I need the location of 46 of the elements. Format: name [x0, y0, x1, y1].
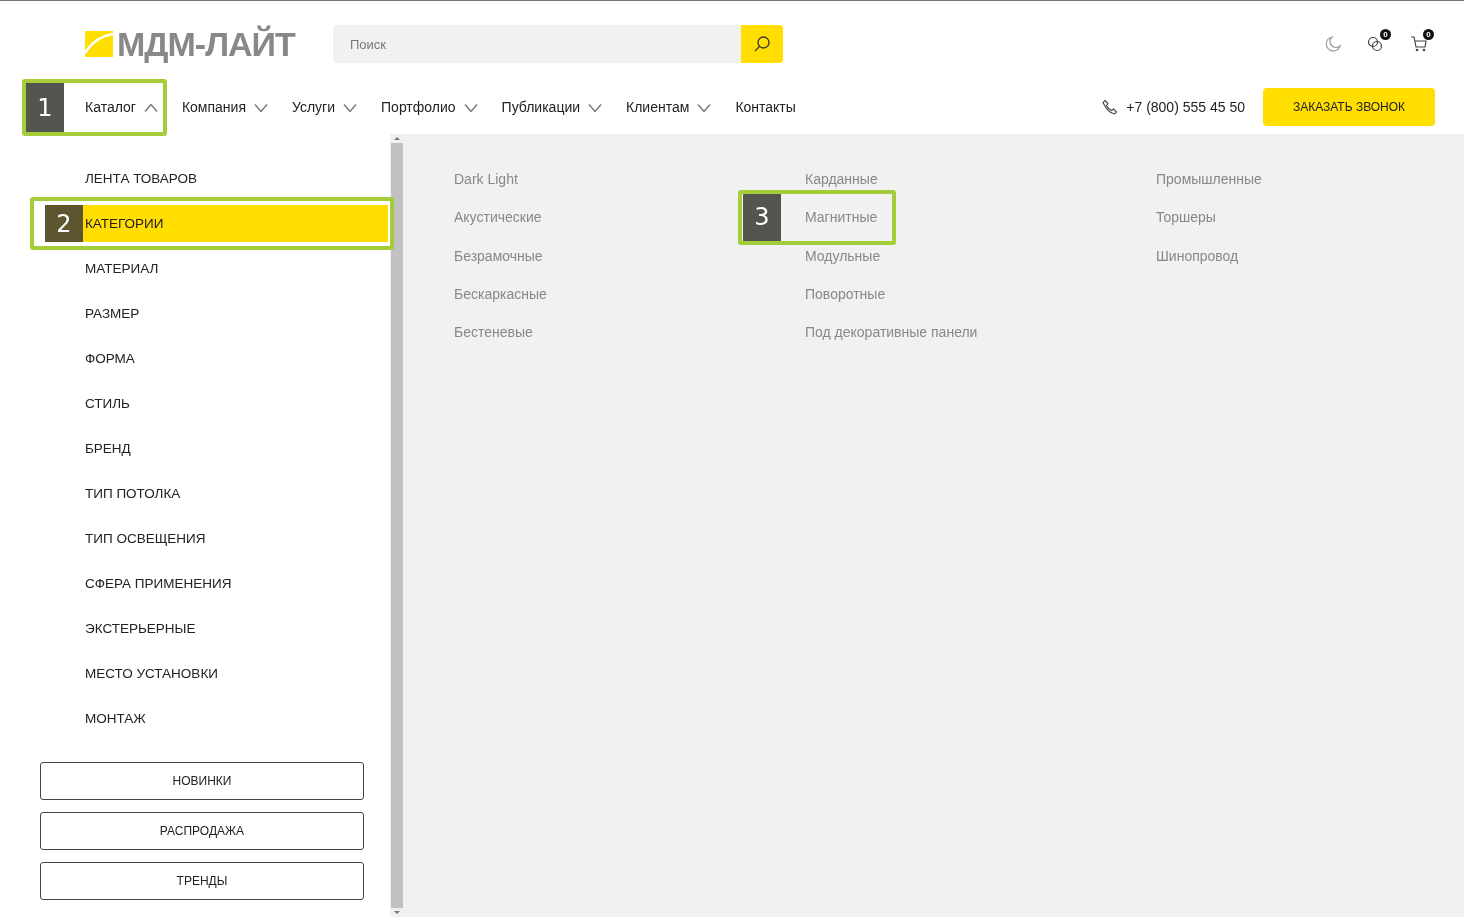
callout-number: 1 — [26, 83, 64, 132]
chevron-down-icon — [588, 103, 603, 112]
nav-link[interactable]: Контакты — [735, 87, 796, 127]
search-button[interactable] — [741, 25, 783, 63]
sidebar-item[interactable]: МОНТАЖ — [83, 700, 388, 737]
count-badge: 0 — [1423, 29, 1434, 40]
scrollbar[interactable] — [390, 134, 404, 917]
sidebar-item[interactable]: МАТЕРИАЛ — [83, 250, 388, 287]
cart-icon[interactable] — [1410, 35, 1428, 53]
sidebar-item[interactable]: МЕСТО УСТАНОВКИ — [83, 655, 388, 692]
filter-button[interactable]: ТРЕНДЫ — [40, 862, 364, 900]
sidebar-item[interactable]: ТИП ОСВЕЩЕНИЯ — [83, 520, 388, 557]
phone-number[interactable]: +7 (800) 555 45 50 — [1126, 99, 1245, 115]
call-request-button[interactable]: ЗАКАЗАТЬ ЗВОНОК — [1263, 88, 1435, 126]
sidebar-item[interactable]: СФЕРА ПРИМЕНЕНИЯ — [83, 565, 388, 602]
sidebar-item[interactable]: БРЕНД — [83, 430, 388, 467]
circles-icon[interactable] — [1367, 35, 1385, 53]
sidebar-item[interactable]: ЛЕНТА ТОВАРОВ — [83, 160, 388, 197]
chevron-down-icon — [343, 103, 358, 112]
phone-icon[interactable] — [1102, 99, 1119, 115]
nav-dropdown[interactable]: Клиентам — [626, 87, 712, 127]
sidebar-item[interactable]: СТИЛЬ — [83, 385, 388, 422]
logo-mark-icon — [85, 31, 113, 57]
nav-dropdown[interactable]: Компания — [181, 87, 268, 127]
logo-text: МДМ-ЛАЙТ — [117, 24, 295, 64]
nav-dropdown[interactable]: Портфолио — [381, 87, 478, 127]
nav-dropdown[interactable]: Публикации — [501, 87, 603, 127]
moon-icon[interactable] — [1324, 35, 1342, 53]
logo[interactable]: МДМ-ЛАЙТ — [85, 24, 333, 64]
count-badge: 0 — [1380, 29, 1391, 40]
nav-dropdown[interactable]: Каталог — [85, 87, 158, 127]
nav-dropdown[interactable]: Услуги — [292, 87, 358, 127]
chevron-up-icon — [143, 103, 158, 112]
sidebar-item[interactable]: ЭКСТЕРЬЕРНЫЕ — [83, 610, 388, 647]
chevron-down-icon — [463, 103, 478, 112]
search-icon — [753, 35, 771, 53]
sidebar-item[interactable]: КАТЕГОРИИ — [83, 205, 388, 242]
sidebar-item[interactable]: ТИП ПОТОЛКА — [83, 475, 388, 512]
filter-button[interactable]: НОВИНКИ — [40, 762, 364, 800]
chevron-down-icon — [254, 103, 268, 112]
chevron-down-icon — [697, 103, 712, 112]
sidebar-item[interactable]: ФОРМА — [83, 340, 388, 377]
filter-button[interactable]: РАСПРОДАЖА — [40, 812, 364, 850]
callout-number: 2 — [45, 205, 83, 242]
sidebar-item[interactable]: РАЗМЕР — [83, 295, 388, 332]
callout-number: 3 — [743, 194, 781, 241]
